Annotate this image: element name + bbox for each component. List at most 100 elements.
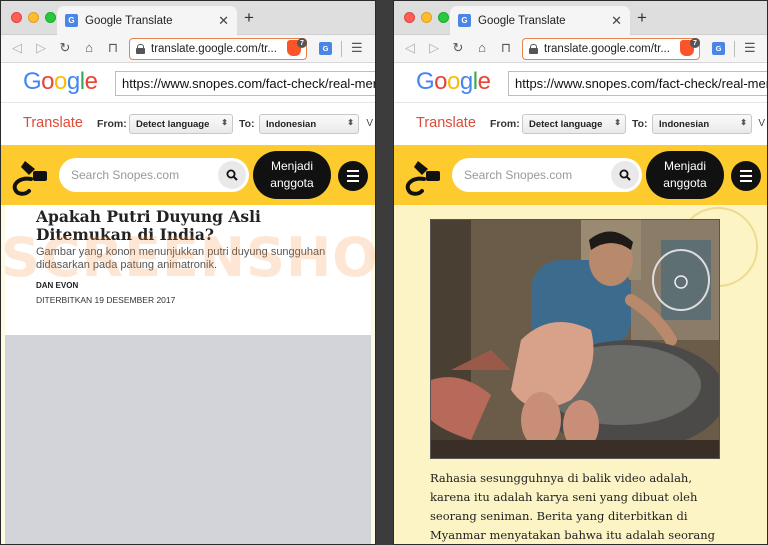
from-language-select[interactable]: Detect language (129, 114, 233, 134)
google-logo[interactable]: Google (23, 68, 98, 96)
snopes-search-input[interactable]: Search Snopes.com (464, 168, 611, 182)
to-language-select[interactable]: Indonesian (652, 114, 752, 134)
minimize-window-button[interactable] (421, 12, 432, 23)
article-header: Apakah Putri Duyung Asli Ditemukan di In… (5, 205, 371, 335)
google-translate-bar: Google https://www.snopes.com/fact-check… (394, 63, 767, 103)
reload-icon[interactable]: ↻ (57, 40, 73, 56)
snopes-header: Search Snopes.com Menjadi anggota (394, 145, 767, 205)
toolbar-divider (734, 41, 735, 57)
home-icon[interactable]: ⌂ (474, 40, 490, 56)
logo-letter: o (434, 68, 448, 95)
hamburger-icon[interactable]: ☰ (351, 40, 363, 56)
window-controls (11, 12, 56, 23)
logo-letter: g (66, 68, 80, 95)
lock-icon (136, 44, 145, 54)
home-icon[interactable]: ⌂ (81, 40, 97, 56)
article-subtitle: Gambar yang konon menunjukkan putri duyu… (36, 246, 326, 271)
translate-title: Translate (23, 115, 83, 131)
translate-url-field[interactable]: https://www.snopes.com/fact-check/real-m… (508, 71, 767, 96)
arrow-right-icon[interactable]: ▷ (426, 40, 442, 56)
address-bar[interactable]: translate.google.com/tr... (522, 38, 700, 60)
translate-url-field[interactable]: https://www.snopes.com/fact-check/real-m… (115, 71, 375, 96)
snopes-search-box[interactable]: Search Snopes.com (59, 158, 249, 192)
snopes-logo[interactable] (404, 157, 448, 197)
tab-close-icon[interactable]: ✕ (611, 13, 622, 29)
tab-close-icon[interactable]: ✕ (218, 13, 229, 29)
address-text: translate.google.com/tr... (544, 43, 670, 55)
snopes-logo[interactable] (11, 157, 55, 197)
minimize-window-button[interactable] (28, 12, 39, 23)
translate-more-toggle[interactable]: V (366, 118, 373, 129)
tab-title: Google Translate (85, 14, 173, 27)
join-line-1: Menjadi (663, 159, 707, 173)
snopes-menu-icon[interactable] (731, 161, 761, 191)
brave-shield-badge: 7 (297, 38, 307, 48)
tab-bar: G Google Translate ✕ + (1, 1, 375, 35)
logo-letter: o (54, 68, 67, 95)
join-line-1: Menjadi (270, 159, 314, 173)
new-tab-icon[interactable]: + (637, 8, 647, 28)
article-title: Apakah Putri Duyung Asli Ditemukan di In… (36, 207, 261, 244)
tab-google-translate[interactable]: G Google Translate ✕ (57, 6, 237, 35)
join-member-button[interactable]: Menjadi anggota (646, 151, 724, 199)
window-controls (404, 12, 449, 23)
close-window-button[interactable] (404, 12, 415, 23)
join-line-2: anggota (270, 176, 314, 190)
google-translate-favicon-icon: G (65, 14, 78, 27)
to-language-select[interactable]: Indonesian (259, 114, 359, 134)
tab-google-translate[interactable]: G Google Translate ✕ (450, 6, 630, 35)
lock-icon (529, 44, 538, 54)
google-translate-bar: Google https://www.snopes.com/fact-check… (1, 63, 375, 103)
join-member-button[interactable]: Menjadi anggota (253, 151, 331, 199)
search-icon[interactable] (611, 161, 639, 189)
arrow-left-icon[interactable]: ◁ (9, 40, 25, 56)
bookmark-icon[interactable]: ⊓ (498, 40, 514, 56)
tab-bar: G Google Translate ✕ + (394, 1, 767, 35)
brave-shield-badge: 7 (690, 38, 700, 48)
google-logo[interactable]: Google (416, 68, 491, 96)
translate-extension-icon[interactable]: G (712, 42, 725, 55)
google-translate-favicon-icon: G (458, 14, 471, 27)
article-date: DITERBITKAN 19 DESEMBER 2017 (36, 295, 176, 305)
logo-letter: e (477, 68, 491, 95)
from-language-select[interactable]: Detect language (522, 114, 626, 134)
logo-letter: G (23, 68, 42, 95)
reload-icon[interactable]: ↻ (450, 40, 466, 56)
hamburger-icon[interactable]: ☰ (744, 40, 756, 56)
snopes-menu-icon[interactable] (338, 161, 368, 191)
snopes-search-box[interactable]: Search Snopes.com (452, 158, 642, 192)
translate-language-row: Translate From: Detect language To: Indo… (394, 103, 767, 145)
address-bar[interactable]: translate.google.com/tr... (129, 38, 307, 60)
arrow-right-icon[interactable]: ▷ (33, 40, 49, 56)
logo-letter: G (416, 68, 435, 95)
translate-title: Translate (416, 115, 476, 131)
to-label: To: (632, 118, 648, 130)
article-photo (430, 219, 720, 459)
article-author[interactable]: DAN EVON (36, 281, 341, 290)
logo-letter: g (459, 68, 473, 95)
address-text: translate.google.com/tr... (151, 43, 277, 55)
bookmark-icon[interactable]: ⊓ (105, 40, 121, 56)
zoom-window-button[interactable] (45, 12, 56, 23)
close-window-button[interactable] (11, 12, 22, 23)
browser-toolbar: ◁ ▷ ↻ ⌂ ⊓ translate.google.com/tr... 7 G… (1, 35, 375, 63)
to-label: To: (239, 118, 255, 130)
logo-letter: o (447, 68, 460, 95)
translate-extension-icon[interactable]: G (319, 42, 332, 55)
arrow-left-icon[interactable]: ◁ (402, 40, 418, 56)
zoom-window-button[interactable] (438, 12, 449, 23)
browser-window-left: G Google Translate ✕ + ◁ ▷ ↻ ⌂ ⊓ transla… (0, 0, 376, 545)
join-line-2: anggota (663, 176, 707, 190)
from-label: From: (490, 118, 520, 130)
search-icon[interactable] (218, 161, 246, 189)
tab-title: Google Translate (478, 14, 566, 27)
new-tab-icon[interactable]: + (244, 8, 254, 28)
browser-window-right: G Google Translate ✕ + ◁ ▷ ↻ ⌂ ⊓ transla… (393, 0, 768, 545)
page-content: Apakah Putri Duyung Asli Ditemukan di In… (1, 205, 375, 544)
translate-more-toggle[interactable]: V (758, 118, 765, 129)
logo-letter: e (84, 68, 98, 95)
page-content: Rahasia sesungguhnya di balik video adal… (394, 205, 767, 544)
toolbar-divider (341, 41, 342, 57)
article-body-text: Rahasia sesungguhnya di balik video adal… (430, 471, 716, 542)
snopes-search-input[interactable]: Search Snopes.com (71, 168, 218, 182)
